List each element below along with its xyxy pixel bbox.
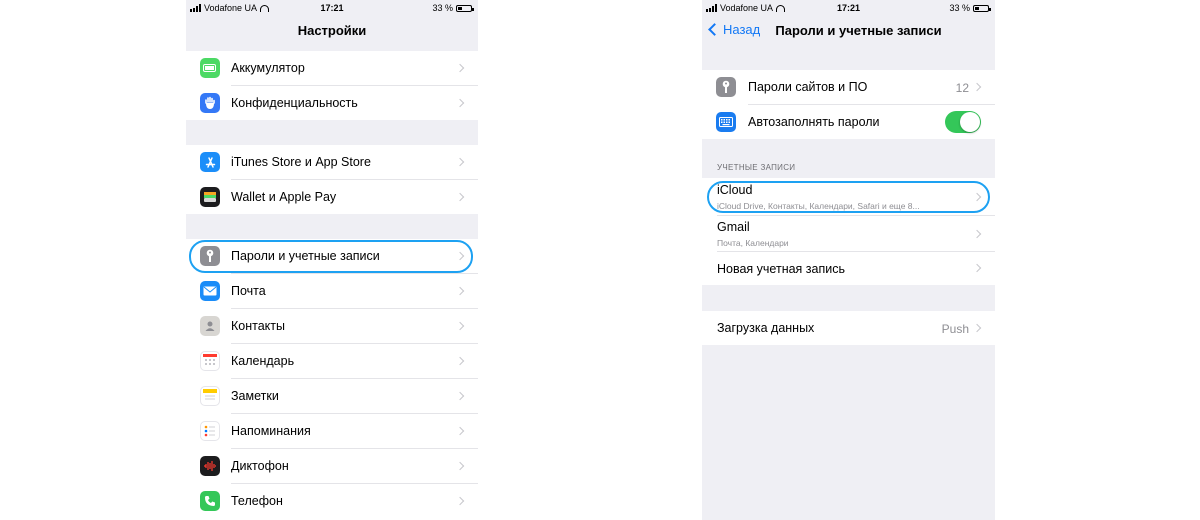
settings-item-label: Заметки [231,389,279,403]
settings-screen: Vodafone UA 17:21 33 % Настройки Аккумул… [186,0,478,520]
settings-item-label: Календарь [231,354,295,368]
voice-memos-icon [200,456,220,476]
settings-item-label: Почта [231,284,266,298]
chevron-right-icon [455,461,465,471]
navigation-bar: Назад Пароли и учетные записи [702,16,995,44]
account-row-gmail[interactable]: Gmail Почта, Календари [702,216,995,252]
settings-item-label: Контакты [231,319,285,333]
chevron-right-icon [455,98,465,108]
settings-item-contacts[interactable]: Контакты [186,309,478,344]
settings-item-label: Wallet и Apple Pay [231,190,337,204]
privacy-hand-icon [200,93,220,113]
calendar-icon [200,351,220,371]
settings-item-label: Телефон [231,494,283,508]
autofill-toggle[interactable] [945,111,981,133]
chevron-right-icon [455,286,465,296]
site-passwords-count: 12 [955,81,969,95]
chevron-right-icon [455,496,465,506]
mail-icon [200,281,220,301]
chevron-right-icon [455,63,465,73]
account-detail: Почта, Календари [717,238,789,248]
chevron-right-icon [455,321,465,331]
notes-icon [200,386,220,406]
chevron-right-icon [972,229,982,239]
reminders-icon [200,421,220,441]
autofill-passwords-row: Автозаполнять пароли [702,105,995,139]
contacts-icon [200,316,220,336]
settings-item-label: Конфиденциальность [231,96,358,110]
battery-icon [973,4,991,12]
settings-item-reminders[interactable]: Напоминания [186,414,478,449]
page-title: Настройки [297,23,367,38]
chevron-left-icon [708,23,721,36]
highlight-outline [189,240,473,273]
settings-item-mail[interactable]: Почта [186,274,478,309]
settings-item-phone[interactable]: Телефон [186,484,478,520]
settings-item-voice-memos[interactable]: Диктофон [186,449,478,484]
phone-icon [200,491,220,511]
battery-percent: 33 % [949,3,970,13]
status-bar: Vodafone UA 17:21 33 % [702,0,995,16]
site-passwords-label: Пароли сайтов и ПО [748,80,868,94]
settings-item-label: iTunes Store и App Store [231,155,371,169]
keyboard-icon [716,112,736,132]
app-store-icon [200,152,220,172]
settings-item-calendar[interactable]: Календарь [186,344,478,379]
fetch-new-data-row[interactable]: Загрузка данных Push [702,311,995,345]
status-bar: Vodafone UA 17:21 33 % [186,0,478,16]
add-account-label: Новая учетная запись [717,262,845,276]
account-name: Gmail [717,220,750,234]
settings-item-wallet[interactable]: Wallet и Apple Pay [186,180,478,214]
chevron-right-icon [972,323,982,333]
navigation-bar: Настройки [186,16,478,44]
settings-item-battery[interactable]: Аккумулятор [186,51,478,86]
chevron-right-icon [455,192,465,202]
fetch-value: Push [941,322,969,336]
chevron-right-icon [972,82,982,92]
settings-item-label: Диктофон [231,459,289,473]
chevron-right-icon [455,426,465,436]
battery-settings-icon [200,58,220,78]
accounts-section-header: УЧЕТНЫЕ ЗАПИСИ [717,163,796,172]
key-icon [716,77,736,97]
chevron-right-icon [455,157,465,167]
chevron-right-icon [455,356,465,366]
fetch-label: Загрузка данных [717,321,815,335]
add-account-row[interactable]: Новая учетная запись [702,252,995,285]
settings-item-privacy[interactable]: Конфиденциальность [186,86,478,120]
passwords-accounts-screen: Vodafone UA 17:21 33 % Назад Пароли и уч… [702,0,995,520]
page-title: Пароли и учетные записи [775,23,942,38]
battery-icon [456,4,474,12]
site-passwords-row[interactable]: Пароли сайтов и ПО 12 [702,70,995,105]
chevron-right-icon [972,263,982,273]
wallet-icon [200,187,220,207]
settings-item-notes[interactable]: Заметки [186,379,478,414]
battery-percent: 33 % [432,3,453,13]
chevron-right-icon [455,391,465,401]
highlight-outline [707,181,990,213]
settings-item-itunes[interactable]: iTunes Store и App Store [186,145,478,180]
settings-item-label: Напоминания [231,424,311,438]
settings-item-label: Аккумулятор [231,61,305,75]
autofill-label: Автозаполнять пароли [748,115,880,129]
